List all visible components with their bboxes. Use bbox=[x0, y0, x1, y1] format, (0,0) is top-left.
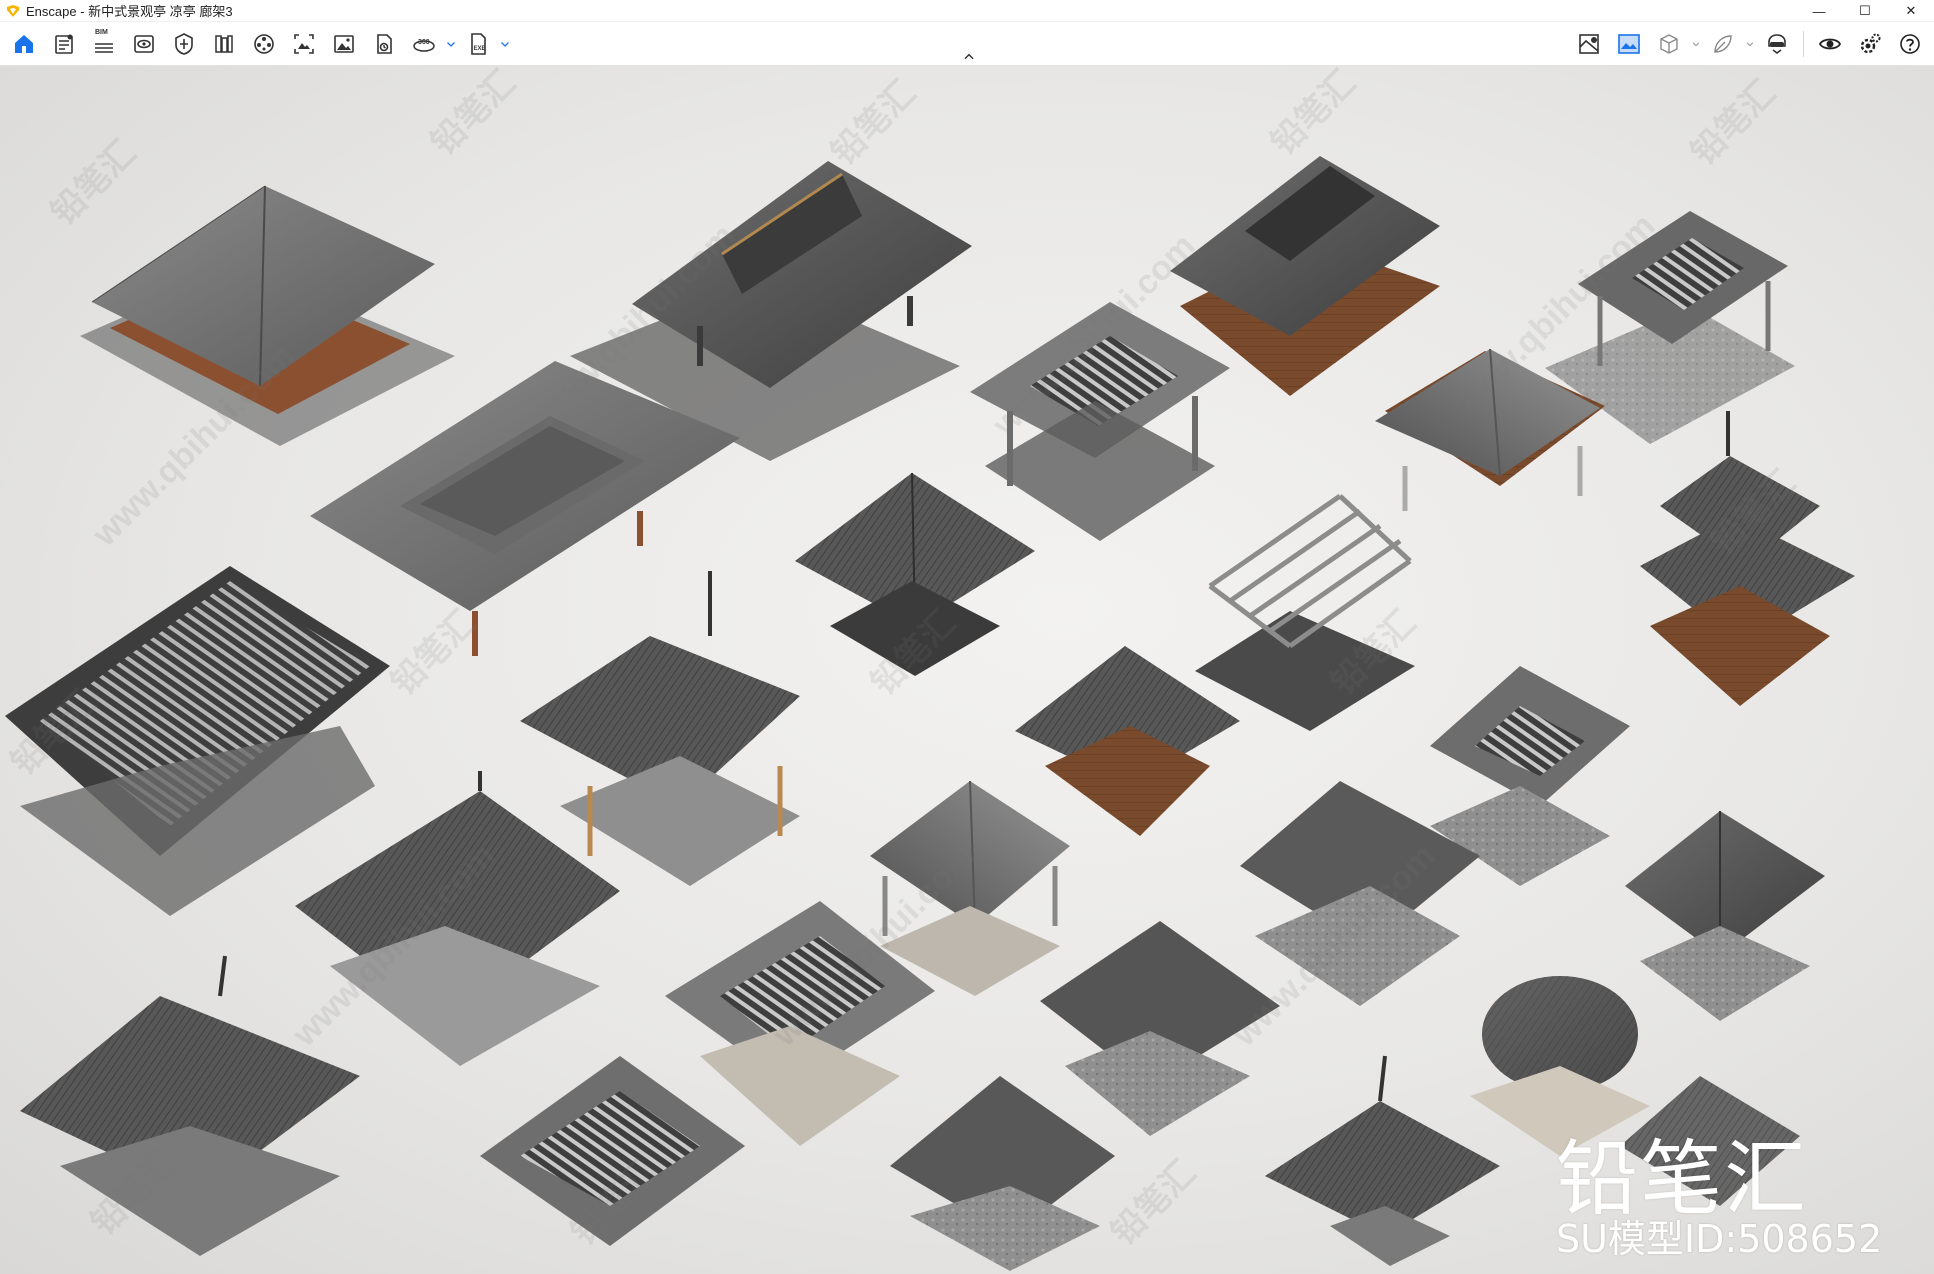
document-list-icon bbox=[55, 34, 73, 54]
render-viewport[interactable]: 铅笔汇 铅笔汇 铅笔汇 铅笔汇 铅笔汇 www.qbihui.com www.q… bbox=[0, 66, 1934, 1274]
screenshot-button[interactable] bbox=[284, 26, 324, 62]
chevron-down-icon bbox=[501, 42, 509, 47]
visual-settings-button[interactable] bbox=[164, 26, 204, 62]
asset-leaf-button[interactable] bbox=[1703, 26, 1743, 62]
panorama-label: 360 bbox=[418, 39, 430, 46]
chevron-down-icon bbox=[447, 42, 455, 47]
visual-settings-icon bbox=[175, 33, 193, 55]
vr-headset-icon bbox=[1768, 34, 1786, 54]
library-icon bbox=[215, 35, 233, 53]
view-button[interactable] bbox=[124, 26, 164, 62]
batch-render-button[interactable] bbox=[364, 26, 404, 62]
maximize-button[interactable]: ☐ bbox=[1842, 0, 1888, 22]
toolbar-separator bbox=[1803, 31, 1804, 57]
eye-icon bbox=[1818, 38, 1842, 50]
library-button[interactable] bbox=[204, 26, 244, 62]
eye-button[interactable] bbox=[1810, 26, 1850, 62]
asset-cube-dropdown[interactable] bbox=[1689, 26, 1703, 62]
home-icon bbox=[15, 35, 33, 53]
site-context-button[interactable] bbox=[1569, 26, 1609, 62]
site-context-icon bbox=[1579, 34, 1599, 54]
enscape-logo-icon bbox=[7, 4, 19, 17]
image-export-button[interactable] bbox=[324, 26, 364, 62]
exe-dropdown[interactable] bbox=[498, 26, 512, 62]
collapse-toolbar-button[interactable] bbox=[958, 50, 980, 64]
view-icon bbox=[134, 35, 154, 53]
panorama-button[interactable]: 360 bbox=[404, 26, 444, 62]
toolbar-left-group: BIM 360 EXE bbox=[4, 22, 512, 66]
vr-headset-button[interactable] bbox=[1757, 26, 1797, 62]
home-button[interactable] bbox=[4, 26, 44, 62]
panorama-dropdown[interactable] bbox=[444, 26, 458, 62]
batch-render-icon bbox=[377, 34, 392, 54]
toolbar-right-group bbox=[1569, 22, 1930, 66]
asset-leaf-icon bbox=[1714, 35, 1732, 53]
exe-export-button[interactable]: EXE bbox=[458, 26, 498, 62]
screenshot-icon bbox=[294, 34, 314, 54]
chevron-down-icon bbox=[1746, 42, 1754, 47]
bim-label: BIM bbox=[95, 29, 108, 36]
close-button[interactable]: ✕ bbox=[1888, 0, 1934, 22]
main-toolbar: BIM 360 EXE bbox=[0, 22, 1934, 66]
help-button[interactable] bbox=[1890, 26, 1930, 62]
exe-export-icon: EXE bbox=[471, 33, 486, 55]
model-id-label: SU模型ID:508652 bbox=[1556, 1217, 1883, 1261]
window-controls: — ☐ ✕ bbox=[1796, 0, 1934, 22]
document-list-button[interactable] bbox=[44, 26, 84, 62]
exe-label: EXE bbox=[474, 46, 486, 52]
chevron-up-icon bbox=[964, 53, 974, 60]
material-editor-icon bbox=[254, 34, 274, 54]
title-bar: Enscape - 新中式景观亭 凉亭 廊架3 — ☐ ✕ bbox=[0, 0, 1934, 22]
chevron-down-icon bbox=[1692, 42, 1700, 47]
bim-button[interactable]: BIM bbox=[84, 26, 124, 62]
material-editor-button[interactable] bbox=[244, 26, 284, 62]
panorama-360-icon: 360 bbox=[413, 39, 435, 52]
enscape-window: Enscape - 新中式景观亭 凉亭 廊架3 — ☐ ✕ BIM 360 EX… bbox=[0, 0, 1934, 1274]
image-export-icon bbox=[334, 35, 354, 53]
settings-button[interactable] bbox=[1850, 26, 1890, 62]
capture-icon bbox=[1618, 34, 1640, 54]
minimize-button[interactable]: — bbox=[1796, 0, 1842, 22]
window-title: Enscape - 新中式景观亭 凉亭 廊架3 bbox=[26, 4, 233, 19]
settings-icon bbox=[1860, 33, 1881, 54]
capture-button[interactable] bbox=[1609, 26, 1649, 62]
pavilion-models-render bbox=[5, 156, 1855, 1271]
help-icon bbox=[1900, 34, 1920, 54]
asset-cube-icon bbox=[1660, 34, 1678, 54]
asset-cube-button[interactable] bbox=[1649, 26, 1689, 62]
asset-leaf-dropdown[interactable] bbox=[1743, 26, 1757, 62]
